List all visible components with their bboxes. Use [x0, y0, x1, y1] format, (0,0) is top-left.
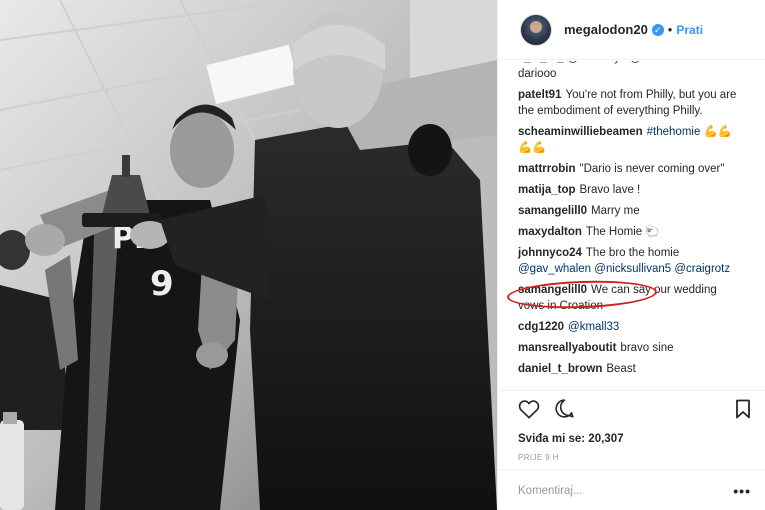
comment-row: scheaminwilliebeamen #thehomie 💪💪💪💪	[518, 124, 743, 156]
comment-row: daniel_t_brown Beast	[518, 361, 743, 377]
comment-row: maxydalton The Homie 🐑	[518, 224, 743, 240]
comment-username[interactable]: patelt91	[518, 89, 561, 101]
post-details-panel: megalodon20 ✓ • Prati l._c._d._ @mattday5…	[497, 0, 765, 510]
separator-dot: •	[667, 22, 673, 37]
comment-row: samangelill0 Marry me	[518, 203, 743, 219]
comment-row: johnnyco24 The bro the homie @gav_whalen …	[518, 245, 743, 277]
comment-input[interactable]: Komentiraj...	[518, 485, 733, 497]
likes-count[interactable]: Sviđa mi se: 20,307	[498, 433, 765, 445]
post-header: megalodon20 ✓ • Prati	[498, 0, 765, 60]
comment-row: matija_top Bravo lave !	[518, 182, 743, 198]
username[interactable]: megalodon20	[564, 22, 648, 37]
verified-badge-icon: ✓	[651, 23, 664, 36]
mention-link[interactable]: @gav_whalen	[518, 263, 591, 275]
comment-username[interactable]: samangelill0	[518, 205, 587, 217]
comment-username[interactable]: daniel_t_brown	[518, 363, 602, 375]
mention-link[interactable]: @craigrotz	[674, 263, 730, 275]
comment-username[interactable]: cdg1220	[518, 321, 564, 333]
comment-row: patelt91 You're not from Philly, but you …	[518, 87, 743, 119]
comment-text: The bro the homie	[585, 247, 680, 259]
post-photo[interactable]: PH 9	[0, 0, 497, 510]
mention-link[interactable]: #thehomie	[647, 126, 701, 138]
add-comment-bar[interactable]: Komentiraj... •••	[498, 469, 765, 510]
more-options-icon[interactable]: •••	[733, 483, 751, 499]
comments-list[interactable]: l._c._d._@mattday5 @eldoole eskeditt dar…	[498, 61, 765, 389]
bookmark-icon[interactable]	[735, 399, 751, 424]
mention-link[interactable]: @kmall33	[568, 321, 619, 333]
action-icons	[498, 391, 765, 431]
heart-icon[interactable]	[518, 399, 540, 424]
comment-username[interactable]: mansreallyaboutit	[518, 342, 616, 354]
post-timestamp[interactable]: PRIJE 9 H	[498, 453, 765, 462]
comment-row: mansreallyaboutit bravo sine	[518, 340, 743, 356]
avatar[interactable]	[520, 13, 552, 46]
comment-text: bravo sine	[620, 342, 674, 354]
comment-username[interactable]: johnnyco24	[518, 247, 582, 259]
mention-link[interactable]: @eldoole	[630, 61, 679, 64]
comment-username[interactable]: mattrrobin	[518, 163, 576, 175]
comment-row: mattrrobin "Dario is never coming over"	[518, 161, 743, 177]
jersey-number: 9	[150, 264, 174, 304]
comment-text: The Homie 🐑	[585, 226, 660, 238]
comments-scroll-content: l._c._d._@mattday5 @eldoole eskeditt dar…	[518, 61, 743, 377]
locker-room-photo: PH 9	[0, 0, 497, 510]
post-actions: Sviđa mi se: 20,307 PRIJE 9 H Komentiraj…	[498, 390, 765, 510]
comment-text: "Dario is never coming over"	[579, 163, 725, 175]
comment-icon[interactable]	[554, 398, 575, 424]
follow-button[interactable]: Prati	[676, 23, 703, 37]
comment-username[interactable]: maxydalton	[518, 226, 582, 238]
mention-link[interactable]: @mattday5	[567, 61, 626, 64]
comment-text: Marry me	[591, 205, 640, 217]
comment-text: Bravo lave !	[579, 184, 641, 196]
comment-username[interactable]: matija_top	[518, 184, 576, 196]
comment-row: cdg1220 @kmall33	[518, 319, 743, 335]
comment-text: Beast	[606, 363, 636, 375]
comment-username[interactable]: l._c._d._	[518, 61, 563, 64]
mention-link[interactable]: @nicksullivan5	[594, 263, 671, 275]
comment-username[interactable]: scheaminwilliebeamen	[518, 126, 643, 138]
comment-row: l._c._d._@mattday5 @eldoole eskeditt dar…	[518, 61, 743, 82]
